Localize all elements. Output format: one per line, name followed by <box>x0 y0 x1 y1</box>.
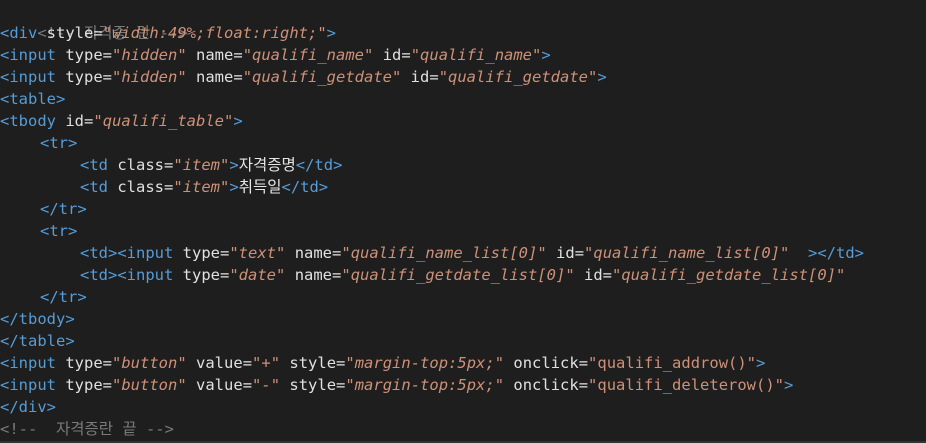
code-editor[interactable]: <!-- 자격증 란 --> <div style="width:49%;flo… <box>0 0 926 443</box>
cell-text-2: 취득일 <box>238 178 282 196</box>
tag-table-close: </table> <box>0 332 75 350</box>
code-line-11: <tr> <box>40 222 78 240</box>
code-line-8: <td class="item">자격증명</td> <box>80 156 343 174</box>
code-line-16: </table> <box>0 330 926 352</box>
code-line-5: <table> <box>0 88 926 110</box>
code-line-17: <input type="button" value="+" style="ma… <box>0 354 766 372</box>
code-line-13: <td><input type="date" name="qualifi_get… <box>80 266 846 284</box>
code-line-9: <td class="item">취득일</td> <box>80 178 329 196</box>
code-line-1: <!-- 자격증 란 --> <box>0 0 926 42</box>
attr-style: style <box>46 24 94 42</box>
code-line-3: <input type="hidden" name="qualifi_name"… <box>0 46 551 64</box>
code-line-12: <td><input type="text" name="qualifi_nam… <box>80 244 865 262</box>
div-style-value: "width:49%;float:right;" <box>102 24 327 42</box>
code-line-7: <tr> <box>0 132 926 154</box>
code-line-20: <!-- 자격증란 끝 --> <box>0 418 926 440</box>
cell-text-1: 자격증명 <box>238 156 296 174</box>
code-line-15: </tbody> <box>0 308 926 330</box>
code-line-18: <input type="button" value="-" style="ma… <box>0 376 794 394</box>
code-line-10: </tr> <box>40 200 87 218</box>
code-line-4: <input type="hidden" name="qualifi_getda… <box>0 68 607 86</box>
code-line-19: </div> <box>0 396 926 418</box>
tag-tr-open: <tr> <box>40 134 78 152</box>
tag-div-open: <div <box>0 24 38 42</box>
code-line-2: <div style="width:49%;float:right;"> <box>0 24 336 42</box>
tag-tbody-close: </tbody> <box>0 310 75 328</box>
tag-div-close: </div> <box>0 398 56 416</box>
comment-end: <!-- 자격증란 끝 --> <box>0 420 174 438</box>
tag-tbody-open: <tbody <box>0 112 56 130</box>
tag-table-open: <table> <box>0 90 66 108</box>
tag-input-open: <input <box>0 46 56 64</box>
code-line-14: </tr> <box>40 288 87 306</box>
code-line-6: <tbody id="qualifi_table"> <box>0 112 243 130</box>
